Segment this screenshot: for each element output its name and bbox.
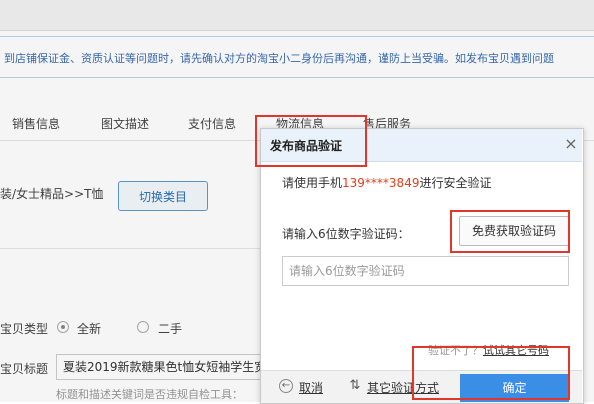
phone-prefix: 请使用手机 [282,176,343,190]
back-arrow-icon[interactable]: ← [279,379,293,393]
phone-number: 139****3849 [342,176,420,190]
switch-sync-icon[interactable]: ⇅ [348,379,362,393]
close-icon[interactable]: × [563,135,579,153]
annotation-box-title [255,115,367,167]
phone-suffix: 进行安全验证 [419,176,492,190]
cancel-link[interactable]: 取消 [299,379,323,396]
annotation-box-confirm [412,346,570,400]
phone-verify-text: 请使用手机139****3849进行安全验证 [282,174,491,191]
code-input[interactable] [282,256,569,286]
code-label: 请输入6位数字验证码： [282,227,410,241]
annotation-box-get-code [450,210,570,253]
